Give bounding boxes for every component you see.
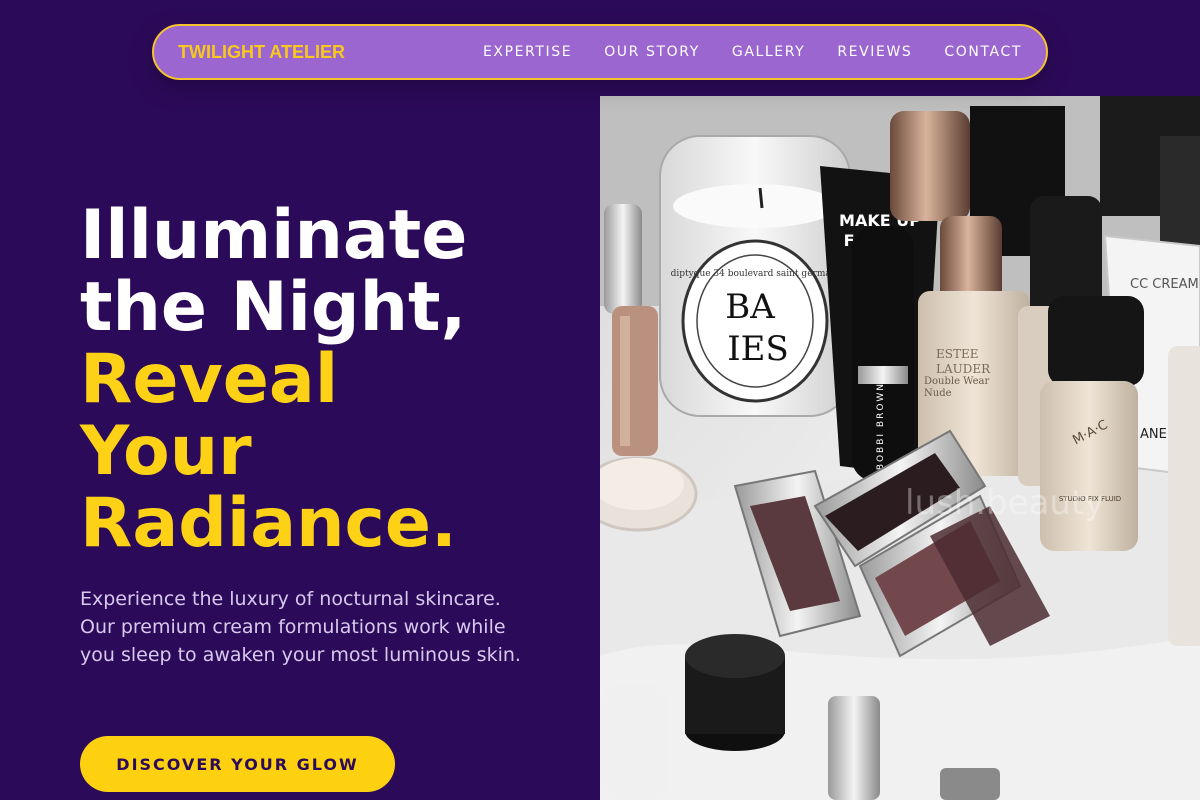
headline-line-3: Reveal [80, 340, 339, 419]
candle-label-top: diptyque 34 boulevard saint germain [671, 269, 840, 279]
top-navigation: TWILIGHT ATELIER EXPERTISE OUR STORY GAL… [152, 24, 1048, 80]
hero-cosmetics-photo: diptyque 34 boulevard saint germain BA I… [600, 96, 1200, 800]
headline-line-5: Radiance. [80, 484, 457, 563]
nav-links: EXPERTISE OUR STORY GALLERY REVIEWS CONT… [483, 44, 1022, 60]
hero-description: Experience the luxury of nocturnal skinc… [80, 588, 521, 666]
discover-glow-button[interactable]: DISCOVER YOUR GLOW [80, 736, 395, 792]
bobbi-brown-stick: BOBBI BROWN [852, 226, 914, 481]
cosmetics-illustration: diptyque 34 boulevard saint germain BA I… [600, 96, 1200, 800]
headline-line-2: the Night, [80, 268, 467, 347]
cc-cream-label: CC CREAM [1130, 277, 1199, 292]
nav-link-gallery[interactable]: GALLERY [732, 44, 805, 60]
nav-link-contact[interactable]: CONTACT [944, 44, 1022, 60]
photo-watermark: lush.beauty [905, 483, 1104, 523]
candle-text-2: IES [727, 329, 789, 369]
estee-product-2: Nude [924, 388, 952, 399]
hero-headline: Illuminate the Night, Reveal Your Radian… [80, 200, 580, 560]
nav-link-our-story[interactable]: OUR STORY [604, 44, 700, 60]
nav-link-expertise[interactable]: EXPERTISE [483, 44, 572, 60]
headline-line-1: Illuminate [80, 196, 468, 275]
bobbi-label: BOBBI BROWN [876, 382, 886, 470]
estee-label-2: LAUDER [936, 362, 991, 376]
headline-line-4: Your [80, 412, 252, 491]
nav-link-reviews[interactable]: REVIEWS [837, 44, 912, 60]
estee-label-1: ESTEE [936, 347, 979, 361]
black-lid-jar [685, 634, 785, 751]
estee-product-1: Double Wear [924, 376, 990, 387]
candle-text-1: BA [725, 287, 775, 327]
brand-logo[interactable]: TWILIGHT ATELIER [178, 42, 345, 63]
